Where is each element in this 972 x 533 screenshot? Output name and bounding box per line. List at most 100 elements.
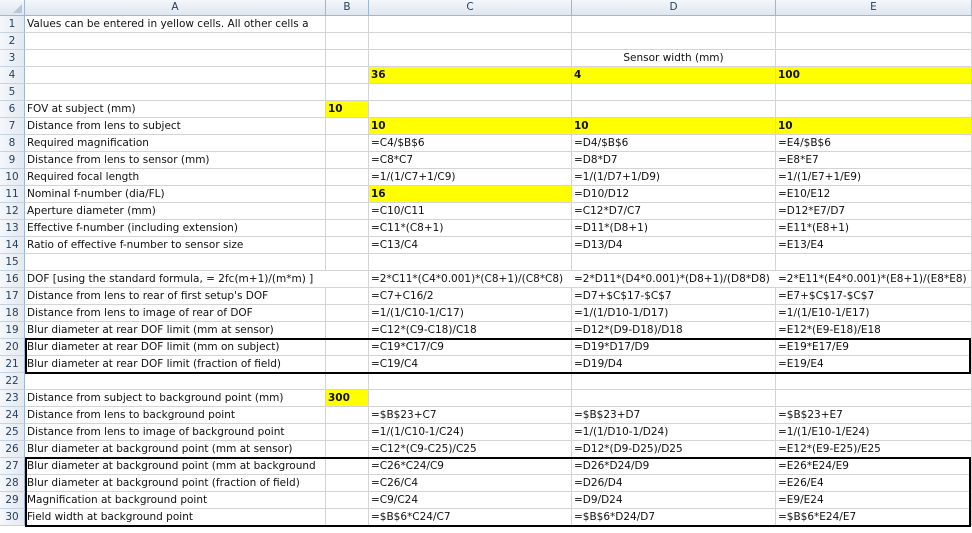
cell-d30[interactable]: =$B$6*D24/D7 <box>572 509 776 526</box>
cell-a3[interactable] <box>25 50 326 67</box>
select-all-corner[interactable] <box>0 0 25 16</box>
cell-c29[interactable]: =C9/C24 <box>369 492 572 509</box>
cell-b27[interactable] <box>326 458 369 475</box>
cell-b23[interactable]: 300 <box>326 390 369 407</box>
cell-c30[interactable]: =$B$6*C24/C7 <box>369 509 572 526</box>
cell-e8[interactable]: =E4/$B$6 <box>776 135 972 152</box>
cell-b5[interactable] <box>326 84 369 101</box>
cell-a2[interactable] <box>25 33 326 50</box>
cell-b3[interactable] <box>326 50 369 67</box>
cell-c27[interactable]: =C26*C24/C9 <box>369 458 572 475</box>
cell-a8[interactable]: Required magnification <box>25 135 326 152</box>
column-header-a[interactable]: A <box>25 0 326 16</box>
cell-b25[interactable] <box>326 424 369 441</box>
cell-e3[interactable] <box>776 50 972 67</box>
cell-e14[interactable]: =E13/E4 <box>776 237 972 254</box>
cell-c21[interactable]: =C19/C4 <box>369 356 572 373</box>
row-header-27[interactable]: 27 <box>0 458 25 475</box>
cell-c6[interactable] <box>369 101 572 118</box>
cell-c3[interactable] <box>369 50 572 67</box>
cell-a10[interactable]: Required focal length <box>25 169 326 186</box>
row-header-21[interactable]: 21 <box>0 356 25 373</box>
cell-a26[interactable]: Blur diameter at background point (mm at… <box>25 441 326 458</box>
cell-d4[interactable]: 4 <box>572 67 776 84</box>
cell-e26[interactable]: =E12*(E9-E25)/E25 <box>776 441 972 458</box>
cell-b24[interactable] <box>326 407 369 424</box>
cell-d12[interactable]: =C12*D7/C7 <box>572 203 776 220</box>
cell-e19[interactable]: =E12*(E9-E18)/E18 <box>776 322 972 339</box>
cell-e21[interactable]: =E19/E4 <box>776 356 972 373</box>
cell-d17[interactable]: =D7+$C$17-$C$7 <box>572 288 776 305</box>
cell-d6[interactable] <box>572 101 776 118</box>
row-header-8[interactable]: 8 <box>0 135 25 152</box>
row-header-14[interactable]: 14 <box>0 237 25 254</box>
cell-e5[interactable] <box>776 84 972 101</box>
cell-a4[interactable] <box>25 67 326 84</box>
cell-d25[interactable]: =1/(1/D10-1/D24) <box>572 424 776 441</box>
cell-b19[interactable] <box>326 322 369 339</box>
row-header-16[interactable]: 16 <box>0 271 25 288</box>
cell-b12[interactable] <box>326 203 369 220</box>
cell-a24[interactable]: Distance from lens to background point <box>25 407 326 424</box>
cell-a11[interactable]: Nominal f-number (dia/FL) <box>25 186 326 203</box>
row-header-17[interactable]: 17 <box>0 288 25 305</box>
row-header-10[interactable]: 10 <box>0 169 25 186</box>
cell-a12[interactable]: Aperture diameter (mm) <box>25 203 326 220</box>
cell-c12[interactable]: =C10/C11 <box>369 203 572 220</box>
cell-c23[interactable] <box>369 390 572 407</box>
cell-b9[interactable] <box>326 152 369 169</box>
cell-b14[interactable] <box>326 237 369 254</box>
cell-e29[interactable]: =E9/E24 <box>776 492 972 509</box>
row-header-15[interactable]: 15 <box>0 254 25 271</box>
row-header-3[interactable]: 3 <box>0 50 25 67</box>
cell-a25[interactable]: Distance from lens to image of backgroun… <box>25 424 326 441</box>
cell-a17[interactable]: Distance from lens to rear of first setu… <box>25 288 326 305</box>
cell-e9[interactable]: =E8*E7 <box>776 152 972 169</box>
cell-b26[interactable] <box>326 441 369 458</box>
cell-e10[interactable]: =1/(1/E7+1/E9) <box>776 169 972 186</box>
row-header-11[interactable]: 11 <box>0 186 25 203</box>
cell-b29[interactable] <box>326 492 369 509</box>
cell-a15[interactable] <box>25 254 326 271</box>
cell-d16[interactable]: =2*D11*(D4*0.001)*(D8+1)/(D8*D8) <box>572 271 776 288</box>
cell-b22[interactable] <box>326 373 369 390</box>
cell-d28[interactable]: =D26/D4 <box>572 475 776 492</box>
cell-e20[interactable]: =E19*E17/E9 <box>776 339 972 356</box>
column-header-b[interactable]: B <box>326 0 369 16</box>
cell-c17[interactable]: =C7+C16/2 <box>369 288 572 305</box>
row-header-18[interactable]: 18 <box>0 305 25 322</box>
cell-c1[interactable] <box>369 16 572 33</box>
cell-d22[interactable] <box>572 373 776 390</box>
column-header-d[interactable]: D <box>572 0 776 16</box>
row-header-9[interactable]: 9 <box>0 152 25 169</box>
cell-b4[interactable] <box>326 67 369 84</box>
cell-c5[interactable] <box>369 84 572 101</box>
cell-a20[interactable]: Blur diameter at rear DOF limit (mm on s… <box>25 339 326 356</box>
cell-e17[interactable]: =E7+$C$17-$C$7 <box>776 288 972 305</box>
row-header-26[interactable]: 26 <box>0 441 25 458</box>
cell-a16[interactable]: DOF [using the standard formula, = 2fc(m… <box>25 271 326 288</box>
cell-e28[interactable]: =E26/E4 <box>776 475 972 492</box>
cell-a18[interactable]: Distance from lens to image of rear of D… <box>25 305 326 322</box>
cell-d2[interactable] <box>572 33 776 50</box>
cell-d24[interactable]: =$B$23+D7 <box>572 407 776 424</box>
cell-e6[interactable] <box>776 101 972 118</box>
cell-c10[interactable]: =1/(1/C7+1/C9) <box>369 169 572 186</box>
cell-b7[interactable] <box>326 118 369 135</box>
cell-e11[interactable]: =E10/E12 <box>776 186 972 203</box>
cell-c9[interactable]: =C8*C7 <box>369 152 572 169</box>
cell-b21[interactable] <box>326 356 369 373</box>
column-header-e[interactable]: E <box>776 0 972 16</box>
cell-d1[interactable] <box>572 16 776 33</box>
cell-a14[interactable]: Ratio of effective f-number to sensor si… <box>25 237 326 254</box>
cell-a7[interactable]: Distance from lens to subject <box>25 118 326 135</box>
cell-d13[interactable]: =D11*(D8+1) <box>572 220 776 237</box>
cell-d8[interactable]: =D4/$B$6 <box>572 135 776 152</box>
cell-a9[interactable]: Distance from lens to sensor (mm) <box>25 152 326 169</box>
cell-a21[interactable]: Blur diameter at rear DOF limit (fractio… <box>25 356 326 373</box>
cell-a27[interactable]: Blur diameter at background point (mm at… <box>25 458 326 475</box>
cell-e12[interactable]: =D12*E7/D7 <box>776 203 972 220</box>
cell-b30[interactable] <box>326 509 369 526</box>
cell-e27[interactable]: =E26*E24/E9 <box>776 458 972 475</box>
cell-c20[interactable]: =C19*C17/C9 <box>369 339 572 356</box>
